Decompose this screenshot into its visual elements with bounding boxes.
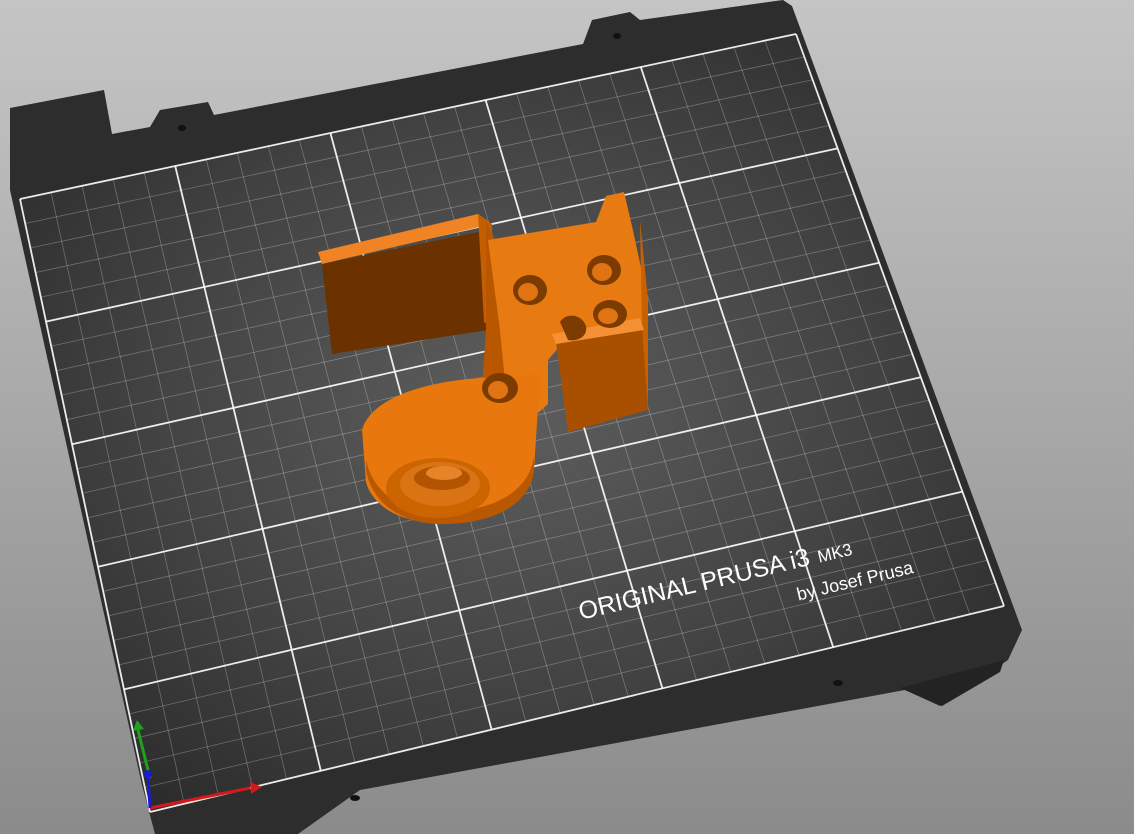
model-hole (488, 381, 508, 399)
bed-hole (178, 125, 186, 131)
model-hole (598, 308, 618, 324)
3d-viewport[interactable]: ORIGINAL PRUSA i3 MK3 by Josef Prusa (0, 0, 1134, 834)
model-hole (518, 283, 538, 301)
bed-hole (350, 795, 360, 801)
axis-z-line (146, 775, 152, 809)
bed-hole (833, 680, 843, 686)
model-hole (592, 263, 612, 281)
model-boss-hole-thread (426, 466, 462, 480)
scene-canvas[interactable]: ORIGINAL PRUSA i3 MK3 by Josef Prusa (0, 0, 1134, 834)
bed-hole (613, 33, 621, 39)
axis-z-tip (144, 770, 152, 778)
